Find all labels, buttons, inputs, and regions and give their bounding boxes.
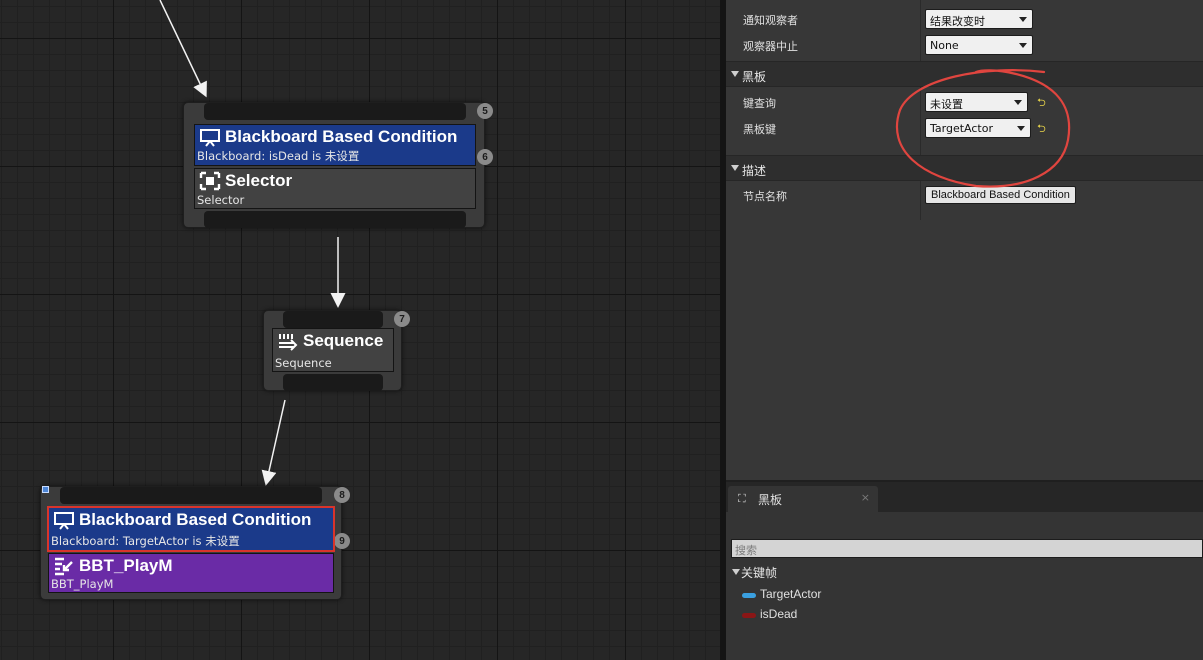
- category-description[interactable]: 描述: [726, 155, 1203, 181]
- expand-arrow-icon: [731, 71, 739, 77]
- key-query-dropdown[interactable]: 未设置: [925, 92, 1028, 112]
- decorator-subtitle: Blackboard: TargetActor is 未设置: [51, 534, 240, 548]
- property-row-key-query: 键查询 未设置 ⮌: [726, 89, 1203, 115]
- composite-subtitle: Sequence: [275, 356, 332, 370]
- execution-index-badge: 6: [477, 149, 493, 165]
- execution-index-badge: 8: [334, 487, 350, 503]
- task-card[interactable]: BBT_PlayM BBT_PlayM: [48, 553, 334, 593]
- output-pin[interactable]: [204, 211, 466, 228]
- chevron-down-icon: [1019, 43, 1027, 48]
- execution-index-badge: 9: [334, 533, 350, 549]
- property-label: 节点名称: [743, 190, 787, 203]
- reset-to-default-icon[interactable]: ⮌: [1037, 97, 1047, 108]
- input-pin[interactable]: [283, 311, 383, 328]
- composite-subtitle: Selector: [197, 193, 245, 207]
- blackboard-key-dropdown[interactable]: TargetActor: [925, 118, 1031, 138]
- wire-root-to-selector: [159, 0, 207, 98]
- selector-icon: [199, 171, 221, 191]
- notify-observer-dropdown[interactable]: 结果改变时: [925, 9, 1033, 29]
- reset-to-default-icon[interactable]: ⮌: [1037, 123, 1047, 134]
- task-title: BBT_PlayM: [79, 556, 173, 575]
- composite-title: Sequence: [303, 331, 384, 350]
- property-row-notify-observer: 通知观察者 结果改变时: [726, 6, 1203, 32]
- task-icon: [55, 557, 73, 576]
- node-name-field[interactable]: Blackboard Based Condition: [925, 186, 1076, 204]
- decorator-title: Blackboard Based Condition: [79, 510, 312, 529]
- expand-arrow-icon: [732, 569, 740, 575]
- execution-index-badge: 5: [477, 103, 493, 119]
- input-pin[interactable]: [204, 103, 466, 120]
- property-label: 键查询: [743, 97, 776, 110]
- chevron-down-icon: [1017, 126, 1025, 131]
- property-row-observer-aborts: 观察器中止 None: [726, 32, 1203, 58]
- decorator-subtitle: Blackboard: isDead is 未设置: [197, 149, 360, 163]
- wire-sequence-to-task: [261, 399, 286, 486]
- task-subtitle: BBT_PlayM: [51, 577, 114, 591]
- breakpoint-marker: [42, 486, 49, 493]
- composite-title: Selector: [225, 171, 293, 190]
- details-panel: 通知观察者 结果改变时 观察器中止 None 黑板 键查询 未设置 ⮌ 黑板键 …: [726, 0, 1203, 480]
- category-blackboard[interactable]: 黑板: [726, 61, 1203, 87]
- key-type-icon: [742, 613, 756, 618]
- property-label: 通知观察者: [743, 14, 798, 27]
- blackboard-tab-icon: ⛶: [738, 492, 746, 505]
- expand-arrow-icon: [731, 165, 739, 171]
- sequence-icon: [279, 334, 298, 351]
- tab-strip: ⛶ 黑板 ×: [726, 482, 1203, 512]
- chevron-down-icon: [1014, 100, 1022, 105]
- property-label: 黑板键: [743, 123, 776, 136]
- blackboard-condition-icon: [54, 512, 74, 530]
- blackboard-panel: ⛶ 黑板 × 搜索 关键帧 TargetActor isDead: [726, 480, 1203, 660]
- behavior-tree-graph[interactable]: 5 6 Blackboard Based Condition Blackboar…: [0, 0, 720, 660]
- composite-card[interactable]: Selector Selector: [194, 168, 476, 209]
- decorator-title: Blackboard Based Condition: [225, 127, 458, 146]
- input-pin[interactable]: [60, 487, 322, 504]
- decorator-card-selected[interactable]: Blackboard Based Condition Blackboard: T…: [47, 506, 335, 552]
- execution-index-badge: 7: [394, 311, 410, 327]
- search-input[interactable]: 搜索: [731, 539, 1203, 558]
- close-icon[interactable]: ×: [861, 491, 870, 504]
- tab-blackboard[interactable]: ⛶ 黑板 ×: [728, 486, 878, 512]
- sequence-node[interactable]: 7 Sequence Sequence: [263, 310, 410, 391]
- property-label: 观察器中止: [743, 40, 798, 53]
- observer-aborts-dropdown[interactable]: None: [925, 35, 1033, 55]
- keys-section-header[interactable]: 关键帧: [726, 562, 1203, 582]
- task-node[interactable]: 8 9 Blackboard Based Condition Blackboar…: [40, 486, 350, 600]
- property-row-blackboard-key: 黑板键 TargetActor ⮌: [726, 115, 1203, 141]
- selector-node[interactable]: 5 6 Blackboard Based Condition Blackboar…: [183, 102, 493, 228]
- chevron-down-icon: [1019, 17, 1027, 22]
- blackboard-condition-icon: [200, 129, 220, 147]
- key-type-icon: [742, 593, 756, 598]
- output-pin[interactable]: [283, 374, 383, 391]
- composite-card[interactable]: Sequence Sequence: [272, 328, 394, 372]
- decorator-card[interactable]: Blackboard Based Condition Blackboard: i…: [194, 124, 476, 166]
